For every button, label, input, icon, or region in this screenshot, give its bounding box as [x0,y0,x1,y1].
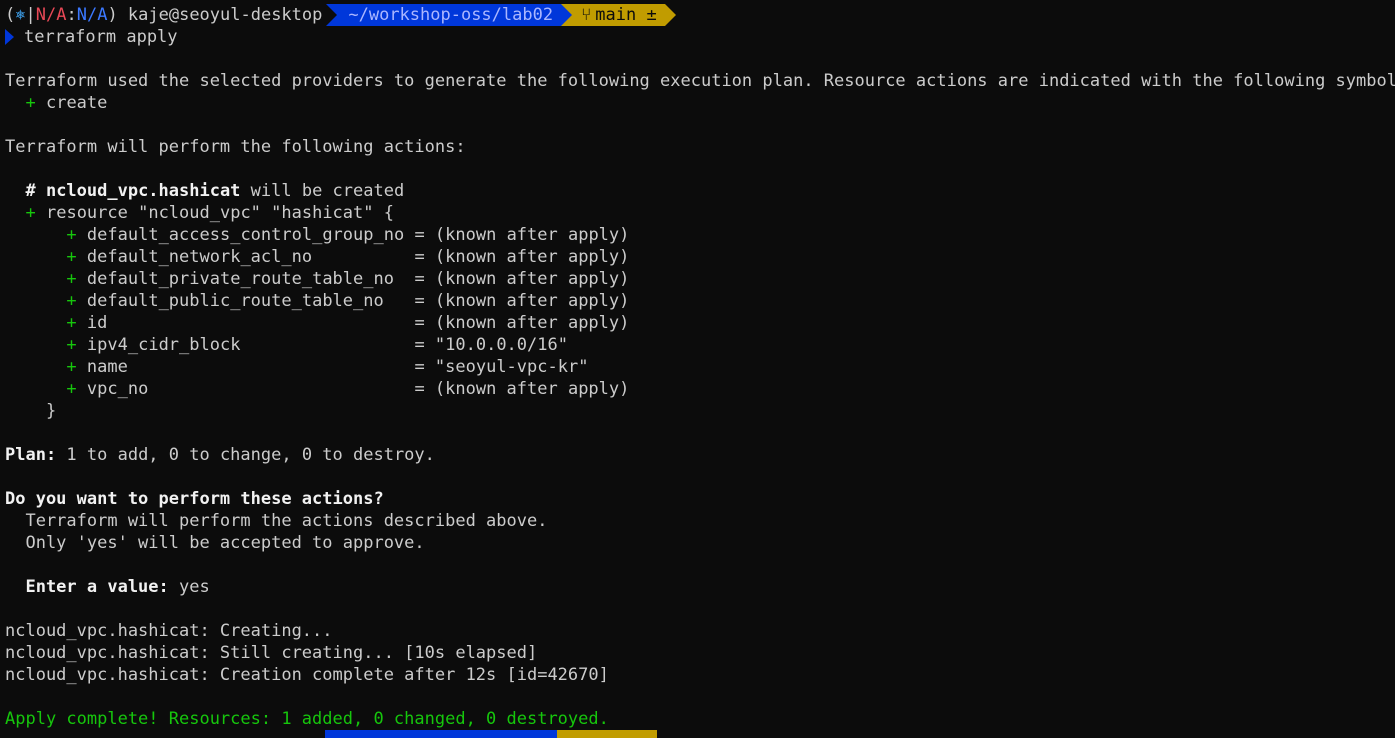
kube-namespace: N/A [76,5,108,25]
create-label: create [35,93,108,113]
terminal-output[interactable]: (⎈|N/A:N/A) kaje@seoyul-desktop ~/worksh… [5,4,1395,730]
progress-line: ncloud_vpc.hashicat: Still creating... [… [5,643,538,663]
attribute-row: + vpc_no = (known after apply) [5,378,1395,400]
plus-symbol: + [66,225,77,245]
attribute-value: = "10.0.0.0/16" [404,335,568,355]
attribute-name: default_private_route_table_no [86,269,405,289]
resource-declaration: + resource "ncloud_vpc" "hashicat" { [5,202,1395,224]
attribute-row: + default_network_acl_no = (known after … [5,246,1395,268]
attribute-value: = (known after apply) [404,379,630,399]
plan-label: Plan: [5,445,57,465]
next-prompt-partial [325,730,657,738]
kubernetes-icon: ⎈ [15,5,26,25]
attribute-name: name [86,357,405,377]
plan-intro: Terraform used the selected providers to… [5,71,1395,91]
colon: : [66,5,77,25]
symbol-legend: + create [5,92,1395,114]
resource-comment: # ncloud_vpc.hashicat will be created [5,180,1395,202]
plus-symbol: + [66,335,77,355]
prompt-host-segment: (⎈|N/A:N/A) kaje@seoyul-desktop [5,5,330,25]
confirm-line-1: Terraform will perform the actions descr… [5,511,548,531]
enter-value-label: Enter a value: [5,577,169,597]
confirm-question: Do you want to perform these actions? [5,489,384,509]
command-line: terraform apply [5,26,1395,48]
progress-line: ncloud_vpc.hashicat: Creation complete a… [5,665,609,685]
command-text: terraform apply [24,27,178,47]
attribute-row: + ipv4_cidr_block = "10.0.0.0/16" [5,334,1395,356]
next-prompt-path-segment [325,730,557,738]
apply-complete-message: Apply complete! Resources: 1 added, 0 ch… [5,709,609,729]
attribute-row: + id = (known after apply) [5,312,1395,334]
attribute-value: = (known after apply) [414,225,630,245]
git-branch: main ± [595,5,657,25]
resource-name: ncloud_vpc.hashicat [45,181,241,201]
plus-symbol: + [25,93,36,113]
next-prompt-git-segment [557,730,657,738]
resource-declaration-text: resource "ncloud_vpc" "hashicat" { [45,203,394,223]
attribute-value: = (known after apply) [404,269,630,289]
prompt-arrow-icon [5,29,14,45]
plus-symbol: + [66,247,77,267]
attribute-name: vpc_no [86,379,405,399]
plus-symbol: + [66,313,77,333]
plan-summary: Plan: 1 to add, 0 to change, 0 to destro… [5,444,1395,466]
attribute-row: + default_private_route_table_no = (know… [5,268,1395,290]
prompt-path-segment: ~/workshop-oss/lab02 [326,4,562,26]
perform-header: Terraform will perform the following act… [5,137,466,157]
attribute-name: ipv4_cidr_block [86,335,405,355]
resource-comment-tail: will be created [240,181,405,201]
attribute-name: id [86,313,405,333]
kube-context: N/A [35,5,67,25]
closing-brace: } [5,401,57,421]
plus-symbol: + [25,203,36,223]
separator: | [25,5,36,25]
prompt-git-segment: ⑂ main ± [561,4,676,26]
plus-symbol: + [66,379,77,399]
attribute-row: + default_access_control_group_no = (kno… [5,224,1395,246]
attribute-name: default_public_route_table_no [86,291,405,311]
git-branch-icon: ⑂ [581,5,592,25]
enter-value-line: Enter a value: yes [5,576,1395,598]
comment-hash: # [5,181,46,201]
paren-open: ( [5,5,16,25]
confirm-line-2: Only 'yes' will be accepted to approve. [5,533,425,553]
shell-prompt: (⎈|N/A:N/A) kaje@seoyul-desktop ~/worksh… [5,4,1395,26]
plus-symbol: + [66,357,77,377]
plan-counts: 1 to add, 0 to change, 0 to destroy. [56,445,435,465]
attribute-row: + name = "seoyul-vpc-kr" [5,356,1395,378]
attribute-row: + default_public_route_table_no = (known… [5,290,1395,312]
attribute-value: = "seoyul-vpc-kr" [404,357,589,377]
progress-line: ncloud_vpc.hashicat: Creating... [5,621,333,641]
attribute-name: default_network_acl_no [86,247,405,267]
attribute-value: = (known after apply) [404,247,630,267]
attribute-name: default_access_control_group_no [86,225,405,245]
attribute-value: = (known after apply) [404,313,630,333]
attribute-value: = (known after apply) [404,291,630,311]
enter-value-input[interactable]: yes [169,577,210,597]
user-host: ) kaje@seoyul-desktop [107,5,323,25]
plus-symbol: + [66,291,77,311]
plus-symbol: + [66,269,77,289]
